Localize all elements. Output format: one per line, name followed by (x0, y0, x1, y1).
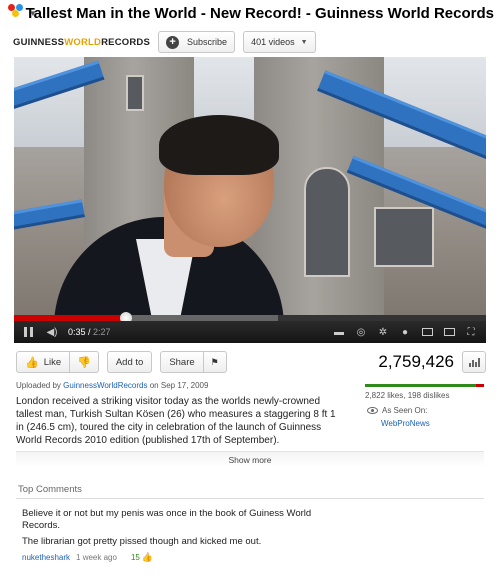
as-seen-on: As Seen On: (367, 406, 427, 415)
channel-name-part: RECORDS (101, 36, 151, 48)
time-display: 0:35 / 2:27 (68, 327, 111, 337)
thumbs-up-icon[interactable]: 👍 (142, 552, 153, 563)
thumbs-down-icon: 👎 (77, 356, 91, 369)
video-tower-arch (304, 167, 350, 277)
thumbs-up-icon: 👍 (25, 356, 39, 369)
eye-icon (367, 407, 378, 414)
videos-dropdown[interactable]: 401 videos ▼ (243, 31, 316, 53)
share-label: Share (169, 356, 195, 368)
video-frame[interactable] (14, 57, 486, 315)
statistics-button[interactable] (462, 351, 486, 373)
stats-bar-icon (468, 363, 471, 367)
chevron-down-icon: ▼ (300, 38, 308, 46)
channel-name-part: GUINNESS (13, 36, 65, 48)
fullscreen-icon[interactable]: ⛶ (464, 324, 478, 340)
stats-bar-icon (477, 358, 480, 367)
comments-divider (16, 498, 484, 499)
uploader-link[interactable]: GuinnessWorldRecords (63, 381, 147, 390)
upload-date: on Sep 17, 2009 (149, 381, 209, 390)
large-player-icon[interactable] (442, 324, 456, 340)
subscribe-button[interactable]: + Subscribe (158, 31, 236, 53)
comment-meta: nuketheshark 1 week ago 15 👍 (22, 552, 153, 563)
flag-icon: ⚑ (210, 356, 219, 367)
video-tower-window (126, 75, 144, 111)
subscribe-label: Subscribe (187, 37, 228, 47)
comment-age: 1 week ago (76, 553, 117, 562)
uploaded-prefix: Uploaded by (16, 381, 61, 390)
comments-header: Top Comments (18, 484, 82, 495)
stats-bar-icon (474, 362, 477, 367)
comment-body: Believe it or not but my penis was once … (22, 508, 342, 552)
like-label: Like (43, 356, 62, 368)
video-player[interactable]: ◀) 0:35 / 2:27 ▬ ◎ ✲ ● ⛶ (14, 57, 486, 343)
channel-row: GUINNESSWORLDRECORDS + Subscribe 401 vid… (13, 31, 493, 53)
upload-info: Uploaded by GuinnessWorldRecords on Sep … (16, 381, 208, 390)
view-count: 2,759,426 (378, 352, 454, 371)
comment-author-link[interactable]: nuketheshark (22, 553, 70, 562)
like-ratio-fill (365, 384, 477, 387)
title-bar: ▼ Tallest Man in the World - New Record!… (8, 2, 494, 24)
volume-icon[interactable]: ◀) (44, 324, 60, 340)
add-to-label: Add to (115, 356, 144, 368)
comment-rating: 15 (130, 553, 140, 562)
plus-icon: + (166, 35, 180, 49)
like-button[interactable]: 👍 Like (16, 351, 71, 373)
player-controls: ◀) 0:35 / 2:27 ▬ ◎ ✲ ● ⛶ (14, 321, 486, 343)
seen-on-label: As Seen On: (382, 406, 428, 415)
flag-button[interactable]: ⚑ (203, 351, 227, 373)
show-more-button[interactable]: Show more (16, 451, 484, 467)
likes-dislikes-text: 2,822 likes, 198 dislikes (365, 391, 450, 400)
share-button[interactable]: Share (160, 351, 204, 373)
video-description: London received a striking visitor today… (16, 396, 336, 446)
captions-icon[interactable]: ▬ (332, 324, 346, 340)
settings-gear-icon[interactable]: ✲ (376, 324, 390, 340)
youtube-logo-icon[interactable]: ▼ (8, 4, 37, 22)
action-row: 👍 Like 👎 Add to Share ⚑ 2,759,426 (16, 350, 486, 374)
seen-on-link[interactable]: WebProNews (381, 419, 430, 428)
comment-line: The librarian got pretty pissed though a… (22, 536, 262, 547)
stats-bar-icon (471, 360, 474, 367)
chevron-down-icon: ▼ (29, 9, 37, 18)
current-time: 0:35 (68, 327, 86, 337)
add-to-button[interactable]: Add to (106, 351, 153, 373)
pause-icon[interactable] (22, 324, 34, 340)
channel-name-link[interactable]: GUINNESSWORLDRECORDS (13, 37, 150, 48)
popout-icon[interactable] (420, 324, 434, 340)
video-tower-window (374, 207, 434, 267)
comment-line: Believe it or not but my penis was once … (22, 508, 312, 531)
channel-name-accent: WORLD (64, 36, 102, 48)
annotations-icon[interactable]: ◎ (354, 324, 368, 340)
video-person-hair (159, 115, 279, 175)
quality-icon[interactable]: ● (398, 324, 412, 340)
like-ratio-bar (365, 384, 484, 387)
video-title: Tallest Man in the World - New Record! -… (25, 4, 494, 22)
videos-count-label: 401 videos (251, 37, 295, 47)
duration-time: 2:27 (93, 327, 111, 337)
dislike-button[interactable]: 👎 (70, 351, 99, 373)
video-bridge-beam (14, 199, 85, 233)
